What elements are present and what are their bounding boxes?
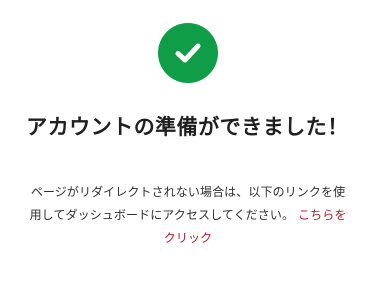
redirect-message: ページがリダイレクトされない場合は、以下のリンクを使用してダッシュボードにアクセ… [28, 181, 348, 250]
page-title: アカウントの準備ができました！ [26, 115, 349, 139]
checkmark-icon [175, 43, 201, 63]
account-ready-page: アカウントの準備ができました！ ページがリダイレクトされない場合は、以下のリンク… [0, 0, 375, 288]
success-badge [158, 23, 218, 83]
